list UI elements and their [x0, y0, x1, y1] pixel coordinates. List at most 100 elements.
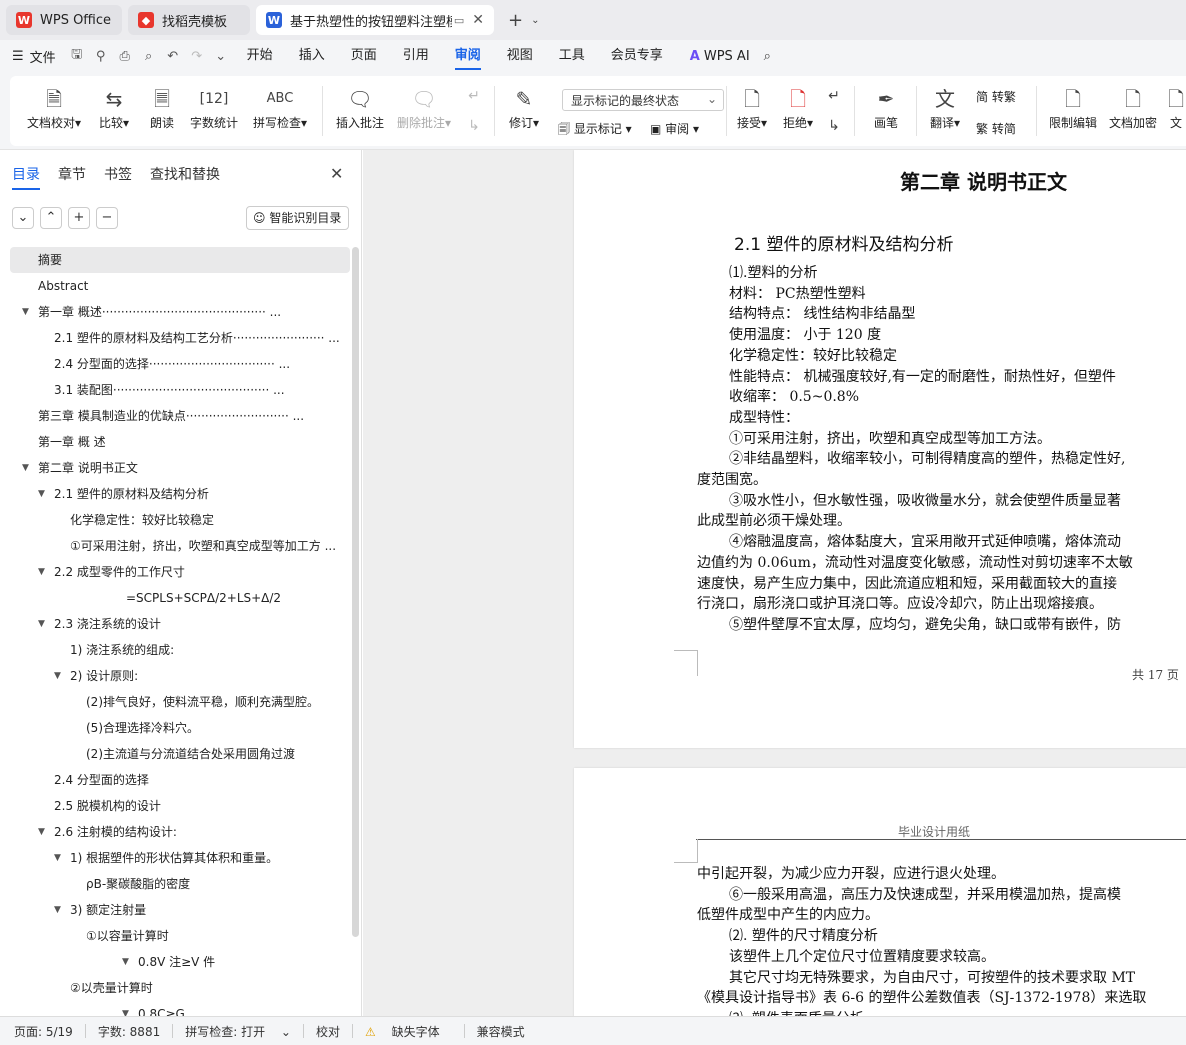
redo-icon[interactable]: ↷ — [186, 49, 208, 64]
toc-item[interactable]: 摘要 — [10, 247, 350, 273]
toc-item[interactable]: ▼ 第二章 说明书正文 — [0, 455, 340, 481]
file-menu[interactable]: ☰ 文件 — [12, 47, 56, 66]
save-icon[interactable]: 🖫 — [66, 45, 88, 67]
toc-item[interactable]: 1) 浇注系统的组成: — [0, 637, 340, 663]
toc-item[interactable]: 第三章 模具制造业的优缺点···························… — [0, 403, 340, 429]
review-pane-button[interactable]: ▣ 审阅 ▾ — [650, 120, 699, 137]
show-markup-button[interactable]: 🗐 显示标记 ▾ — [558, 120, 632, 141]
next-comment-button[interactable]: ↳ — [462, 114, 486, 138]
markup-mode-dropdown[interactable]: 显示标记的最终状态 ⌄ — [562, 89, 724, 111]
menu-tab-page[interactable]: 页面 — [351, 40, 377, 72]
pen-button[interactable]: ✒ 画笔 — [866, 84, 906, 131]
toc-item[interactable]: (5)合理选择冷料穴。 — [0, 715, 340, 741]
more-document-button[interactable]: 🗋 文 — [1166, 84, 1186, 131]
toc-item[interactable]: 化学稳定性：较好比较稳定 — [0, 507, 340, 533]
expand-down-icon[interactable]: ⌄ — [12, 207, 34, 229]
accept-button[interactable]: 🗋 接受▾ — [734, 84, 770, 131]
menu-tab-home[interactable]: 开始 — [247, 40, 273, 72]
monitor-icon[interactable]: ▭ — [454, 14, 464, 27]
prev-change-button[interactable]: ↵ — [822, 84, 846, 108]
menu-tab-tools[interactable]: 工具 — [559, 40, 585, 72]
compatibility-mode-indicator[interactable]: 兼容模式 — [477, 1023, 525, 1040]
print-icon[interactable]: ⎙ — [114, 49, 136, 64]
translate-button[interactable]: 文翻译▾ — [924, 84, 966, 131]
close-pane-icon[interactable]: ✕ — [330, 164, 343, 183]
tab-bookmarks[interactable]: 书签 — [104, 164, 132, 184]
spell-check-button[interactable]: ABC 拼写检查▾ — [248, 84, 312, 131]
expand-arrow-icon[interactable]: ▼ — [38, 481, 45, 507]
missing-font-indicator[interactable]: ⚠ 缺失字体 — [365, 1023, 452, 1040]
chevron-down-icon[interactable]: ⌄ — [531, 15, 539, 26]
toc-item[interactable]: ①可采用注射，挤出，吹塑和真空成型等加工方 ... — [0, 533, 340, 559]
expand-arrow-icon[interactable]: ▼ — [38, 611, 45, 637]
simplified-to-traditional-button[interactable]: 简 转繁 — [976, 88, 1016, 105]
expand-arrow-icon[interactable]: ▼ — [38, 819, 45, 845]
tab-sections[interactable]: 章节 — [58, 164, 86, 184]
expand-arrow-icon[interactable]: ▼ — [54, 845, 61, 871]
toc-item[interactable]: ▼ 0.8C≥G — [0, 1001, 340, 1016]
menu-tab-insert[interactable]: 插入 — [299, 40, 325, 72]
spell-check-indicator[interactable]: 拼写检查: 打开 ⌄ — [185, 1023, 291, 1040]
encrypt-document-button[interactable]: 🗋 文档加密 — [1106, 84, 1160, 131]
delete-comment-button[interactable]: 🗨 删除批注▾ — [394, 84, 454, 131]
toc-item[interactable]: ①以容量计算时 — [0, 923, 340, 949]
toc-item[interactable]: ▼ 第一章 概述·································… — [0, 299, 340, 325]
expand-arrow-icon[interactable]: ▼ — [22, 299, 29, 325]
toc-item[interactable]: ρB-聚碳酸脂的密度 — [0, 871, 340, 897]
page-indicator[interactable]: 页面: 5/19 — [14, 1023, 73, 1040]
tab-wps-office[interactable]: W WPS Office — [6, 5, 122, 35]
close-tab-icon[interactable]: ✕ — [472, 12, 484, 28]
compare-button[interactable]: ⇆ 比较▾ — [96, 84, 132, 131]
collapse-up-icon[interactable]: ⌃ — [40, 207, 62, 229]
menu-tab-member[interactable]: 会员专享 — [611, 40, 663, 72]
tab-docer-templates[interactable]: ◆ 找稻壳模板 — [128, 5, 250, 35]
toc-item[interactable]: ▼ 2.1 塑件的原材料及结构分析 — [0, 481, 340, 507]
track-changes-button[interactable]: ✎ 修订▾ — [504, 84, 544, 131]
menu-tab-references[interactable]: 引用 — [403, 40, 429, 72]
toc-item[interactable]: 2.4 分型面的选择 — [0, 767, 340, 793]
toc-item[interactable]: ▼ 0.8V 注≥V 件 — [0, 949, 340, 975]
reject-button[interactable]: 🗋 拒绝▾ — [780, 84, 816, 131]
insert-comment-button[interactable]: 🗨 插入批注 — [334, 84, 386, 131]
expand-arrow-icon[interactable]: ▼ — [122, 1001, 129, 1016]
toc-item[interactable]: ▼ 3) 额定注射量 — [0, 897, 340, 923]
smart-toc-button[interactable]: ☺ 智能识别目录 — [246, 206, 349, 230]
wps-ai-button[interactable]: A WPS AI — [690, 49, 750, 64]
tab-find-replace[interactable]: 查找和替换 — [150, 164, 220, 184]
word-count-button[interactable]: [12] 字数统计 — [188, 84, 240, 131]
expand-arrow-icon[interactable]: ▼ — [22, 455, 29, 481]
more-chevron-icon[interactable]: ⌄ — [210, 49, 232, 64]
export-icon[interactable]: ⚲ — [90, 49, 112, 64]
toc-item[interactable]: 2.5 脱模机构的设计 — [0, 793, 340, 819]
expand-arrow-icon[interactable]: ▼ — [54, 897, 61, 923]
menu-tab-view[interactable]: 视图 — [507, 40, 533, 72]
toc-item[interactable]: (2)排气良好，使料流平稳，顺利充满型腔。 — [0, 689, 340, 715]
proofread-indicator[interactable]: 校对 — [316, 1023, 340, 1040]
undo-icon[interactable]: ↶ — [162, 49, 184, 64]
prev-comment-button[interactable]: ↵ — [462, 84, 486, 108]
toc-item[interactable]: ▼ 1) 根据塑件的形状估算其体积和重量。 — [0, 845, 340, 871]
toc-item[interactable]: 2.1 塑件的原材料及结构工艺分析·······················… — [0, 325, 340, 351]
toc-item[interactable]: 2.4 分型面的选择······························… — [0, 351, 340, 377]
remove-heading-icon[interactable]: − — [96, 207, 118, 229]
tab-current-document[interactable]: W 基于热塑性的按钮塑料注塑模 ▭ ✕ — [256, 5, 494, 35]
word-count-indicator[interactable]: 字数: 8881 — [98, 1023, 160, 1040]
toc-item[interactable]: Abstract — [0, 273, 340, 299]
expand-arrow-icon[interactable]: ▼ — [38, 559, 45, 585]
scrollbar[interactable] — [352, 247, 359, 937]
toc-item[interactable]: ▼ 2) 设计原则: — [0, 663, 340, 689]
toc-item[interactable]: =SCPLS+SCPΔ/2+LS+Δ/2 — [0, 585, 340, 611]
read-aloud-button[interactable]: 🗏 朗读 — [146, 84, 178, 131]
toc-item[interactable]: ▼ 2.2 成型零件的工作尺寸 — [0, 559, 340, 585]
add-heading-icon[interactable]: + — [68, 207, 90, 229]
toc-item[interactable]: ▼ 2.3 浇注系统的设计 — [0, 611, 340, 637]
toc-item[interactable]: (2)主流道与分流道结合处采用圆角过渡 — [0, 741, 340, 767]
doc-check-button[interactable]: 🗎 文档校对▾ — [26, 84, 82, 131]
print-preview-icon[interactable]: ⌕ — [138, 49, 160, 64]
new-tab-icon[interactable]: + — [508, 10, 523, 31]
toc-item[interactable]: 3.1 装配图·································… — [0, 377, 340, 403]
restrict-editing-button[interactable]: 🗋 限制编辑 — [1046, 84, 1100, 131]
toc-item[interactable]: ▼ 2.6 注射模的结构设计: — [0, 819, 340, 845]
traditional-to-simplified-button[interactable]: 繁 转简 — [976, 120, 1016, 137]
expand-arrow-icon[interactable]: ▼ — [54, 663, 61, 689]
